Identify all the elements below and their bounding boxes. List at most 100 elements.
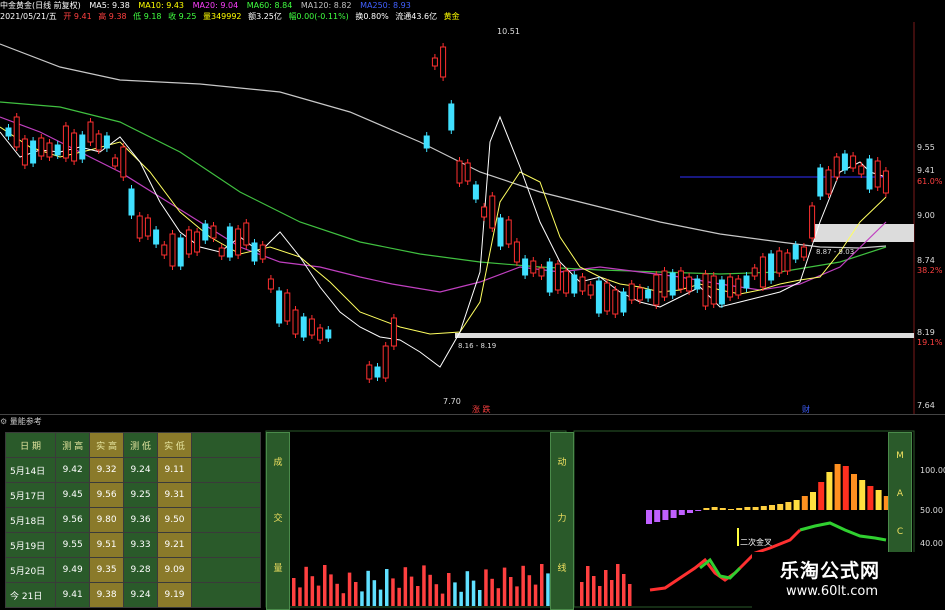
volume-bar [409, 576, 414, 606]
candle [112, 157, 119, 167]
mac-histogram-bar [646, 510, 652, 524]
panel-title[interactable]: ⚙ 量能参考 [0, 414, 945, 429]
candle [866, 158, 873, 190]
cell-pred-low: 9.28 [123, 557, 159, 583]
cell-spacer [191, 582, 261, 608]
candle [226, 226, 233, 258]
low-price-label: 7.70 [443, 397, 461, 406]
volume-bar [502, 567, 507, 606]
volume-bar [416, 586, 420, 606]
mac-histogram-bar [711, 507, 718, 510]
candle [448, 103, 455, 131]
candle [161, 244, 168, 256]
candle [530, 260, 537, 274]
volume-bar [422, 565, 426, 606]
mac-side-label: M A C [888, 432, 912, 554]
volume-bar [347, 572, 352, 606]
cell-date: 5月18日 [4, 507, 57, 533]
candle [431, 57, 438, 67]
table-row: 5月17日 9.45 9.56 9.25 9.31 [4, 482, 261, 508]
candle [686, 276, 693, 292]
candle [784, 252, 791, 272]
watermark-url: www.60lt.com [786, 584, 878, 599]
cell-date: 今 21日 [4, 582, 57, 608]
momentum-bar [598, 586, 602, 606]
candle [284, 292, 291, 322]
momentum-bar [586, 566, 590, 606]
candle [153, 229, 160, 245]
candlestick-chart[interactable]: 10.51 7.70 8.16 - 8.19 8.87 - 9.03 涨 跌 财 [0, 22, 945, 414]
panel-settings-icon[interactable]: ⚙ [0, 417, 7, 426]
candle [546, 261, 553, 293]
cell-pred-high: 9.45 [55, 482, 91, 508]
header-act-low: 实 低 [157, 432, 192, 458]
band-label-lower: 8.16 - 8.19 [458, 342, 496, 350]
volume-bar [428, 574, 432, 606]
mac-histogram-bar [670, 510, 677, 518]
candle [759, 256, 766, 288]
volume-bar [540, 564, 544, 606]
table-row: 今 21日 9.41 9.38 9.24 9.19 [4, 582, 261, 608]
cell-act-high: 9.80 [89, 507, 125, 533]
cell-act-high: 9.56 [89, 482, 125, 508]
candle [292, 309, 299, 335]
cell-pred-low: 9.25 [123, 482, 159, 508]
cell-date: 5月17日 [4, 482, 57, 508]
mac-histogram-bar [760, 506, 767, 510]
volume-bar [329, 574, 333, 606]
candle [874, 160, 881, 188]
candle [202, 223, 209, 241]
golden-cross-annotation: 二次金叉 [740, 537, 772, 547]
cell-pred-high: 9.55 [55, 532, 91, 558]
candle [694, 278, 701, 290]
candle [636, 287, 643, 301]
candle [481, 206, 488, 218]
cell-act-high: 9.38 [89, 582, 125, 608]
mac-histogram-bar [851, 474, 857, 510]
volume-bar [335, 583, 339, 606]
volume-bar [391, 578, 395, 606]
header-date: 日 期 [4, 432, 57, 458]
mac-histogram-bar [842, 466, 849, 510]
mac-histogram-bar [736, 508, 743, 510]
mac-histogram-bar [654, 510, 661, 522]
volume-bar [292, 578, 296, 606]
mac-histogram-bar [678, 510, 685, 515]
volume-bar [509, 577, 513, 606]
candle [489, 195, 496, 229]
candle [669, 272, 676, 296]
candle [612, 289, 619, 315]
axis-label-4: 9.00 [917, 211, 935, 220]
cell-pred-low: 9.24 [123, 457, 159, 483]
table-row: 5月19日 9.55 9.51 9.33 9.21 [4, 532, 261, 558]
mac-histogram-bar [687, 510, 693, 513]
watermark-title: 乐淘公式网 [780, 560, 881, 582]
candle [62, 125, 69, 159]
mac-histogram-bar [875, 490, 882, 510]
candle [800, 246, 807, 258]
volume-bar [372, 580, 377, 606]
cell-pred-low: 9.24 [123, 582, 159, 608]
candle [513, 241, 520, 263]
candle [144, 217, 151, 237]
stock-title[interactable]: 中金黄金(日线 前复权) [0, 1, 81, 10]
momentum-bar [616, 564, 620, 606]
price-band-lower [455, 333, 914, 338]
cell-pred-high: 9.41 [55, 582, 91, 608]
volume-bar [298, 587, 302, 606]
high-price-label: 10.51 [497, 27, 520, 36]
candle [30, 140, 37, 164]
candle [169, 233, 176, 267]
quote-open: 开 9.41 [63, 12, 92, 21]
header-spacer [191, 432, 261, 458]
candle [300, 316, 307, 338]
site-watermark: 乐淘公式网 www.60lt.com [752, 552, 944, 608]
candle [120, 146, 127, 178]
candle [661, 270, 668, 298]
candle [177, 237, 184, 267]
mac-histogram-bar [695, 510, 702, 511]
momentum-side-label: 动 力 线 [550, 432, 574, 610]
cell-act-low: 9.31 [157, 482, 192, 508]
volume-bar [484, 569, 488, 606]
ma250-value: MA250: 8.93 [360, 1, 411, 10]
